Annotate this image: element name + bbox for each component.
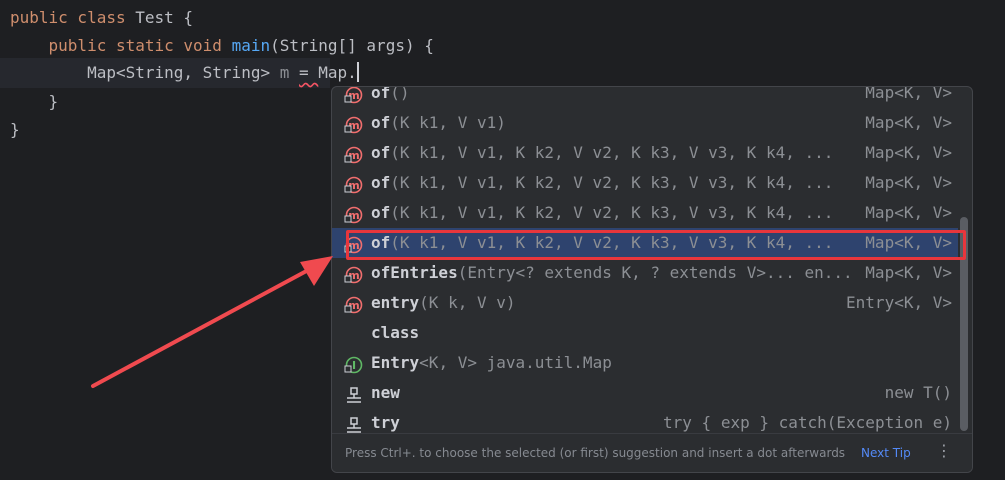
annotation-arrow <box>91 256 333 388</box>
